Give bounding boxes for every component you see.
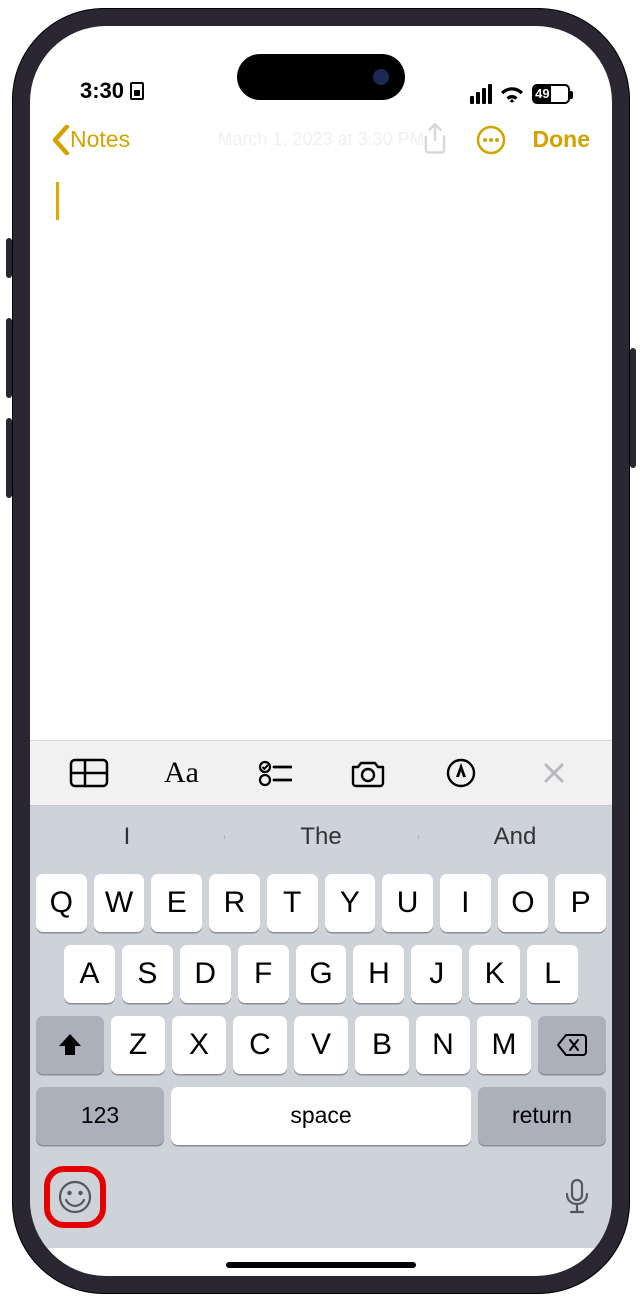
key-b[interactable]: B	[355, 1016, 409, 1074]
checklist-icon[interactable]	[228, 759, 321, 787]
key-y[interactable]: Y	[325, 874, 376, 932]
shift-key[interactable]	[36, 1016, 104, 1074]
key-g[interactable]: G	[296, 945, 347, 1003]
battery-percent: 49	[534, 86, 551, 102]
text-format-icon[interactable]: Aa	[135, 756, 228, 790]
key-c[interactable]: C	[233, 1016, 287, 1074]
notes-toolbar: Aa	[30, 740, 612, 806]
key-x[interactable]: X	[172, 1016, 226, 1074]
suggestion-2[interactable]: The	[224, 823, 418, 851]
key-j[interactable]: J	[411, 945, 462, 1003]
key-r[interactable]: R	[209, 874, 260, 932]
home-indicator[interactable]	[30, 1248, 612, 1276]
return-key[interactable]: return	[478, 1087, 606, 1145]
volume-up-button	[6, 318, 12, 398]
dictation-icon[interactable]	[564, 1178, 590, 1216]
key-h[interactable]: H	[353, 945, 404, 1003]
annotation-highlight	[44, 1166, 106, 1228]
key-m[interactable]: M	[477, 1016, 531, 1074]
key-e[interactable]: E	[151, 874, 202, 932]
key-d[interactable]: D	[180, 945, 231, 1003]
done-button[interactable]: Done	[533, 126, 591, 153]
key-q[interactable]: Q	[36, 874, 87, 932]
numeric-key[interactable]: 123	[36, 1087, 164, 1145]
keyboard-bottom-row	[30, 1158, 612, 1228]
key-z[interactable]: Z	[111, 1016, 165, 1074]
phone-frame: 3:30 49 March 1, 2023 at 3:30 PM N	[12, 8, 630, 1294]
battery-icon: 49	[532, 84, 570, 104]
key-row-3: Z X C V B N M	[36, 1016, 606, 1074]
camera-icon[interactable]	[321, 758, 414, 788]
key-f[interactable]: F	[238, 945, 289, 1003]
status-time: 3:30	[80, 78, 124, 104]
volume-down-button	[6, 418, 12, 498]
key-t[interactable]: T	[267, 874, 318, 932]
key-n[interactable]: N	[416, 1016, 470, 1074]
suggestion-bar: I The And	[30, 806, 612, 868]
key-i[interactable]: I	[440, 874, 491, 932]
screen: 3:30 49 March 1, 2023 at 3:30 PM N	[30, 26, 612, 1276]
key-o[interactable]: O	[498, 874, 549, 932]
key-s[interactable]: S	[122, 945, 173, 1003]
wifi-icon	[500, 85, 524, 103]
key-u[interactable]: U	[382, 874, 433, 932]
key-p[interactable]: P	[555, 874, 606, 932]
key-row-1: Q W E R T Y U I O P	[36, 874, 606, 932]
close-icon[interactable]	[507, 761, 600, 785]
keyboard: I The And Q W E R T Y U I O P A	[30, 806, 612, 1248]
dynamic-island	[237, 54, 405, 100]
nav-bar: March 1, 2023 at 3:30 PM Notes Done	[30, 110, 612, 170]
note-editor[interactable]	[30, 170, 612, 740]
suggestion-1[interactable]: I	[30, 823, 224, 851]
key-row-4: 123 space return	[36, 1087, 606, 1145]
key-w[interactable]: W	[94, 874, 145, 932]
table-icon[interactable]	[42, 758, 135, 788]
power-button	[630, 348, 636, 468]
markup-icon[interactable]	[414, 757, 507, 789]
emoji-keyboard-button[interactable]	[44, 1166, 106, 1228]
share-icon[interactable]	[421, 123, 449, 157]
suggestion-3[interactable]: And	[418, 823, 612, 851]
back-button[interactable]: Notes	[52, 125, 130, 155]
key-row-2: A S D F G H J K L	[36, 945, 606, 1003]
cellular-icon	[470, 84, 492, 104]
sim-icon	[130, 82, 144, 100]
key-l[interactable]: L	[527, 945, 578, 1003]
more-icon[interactable]	[475, 124, 507, 156]
key-k[interactable]: K	[469, 945, 520, 1003]
key-v[interactable]: V	[294, 1016, 348, 1074]
backspace-key[interactable]	[538, 1016, 606, 1074]
key-a[interactable]: A	[64, 945, 115, 1003]
back-label: Notes	[70, 126, 130, 153]
mute-switch	[6, 238, 12, 278]
space-key[interactable]: space	[171, 1087, 471, 1145]
text-cursor	[56, 182, 59, 220]
